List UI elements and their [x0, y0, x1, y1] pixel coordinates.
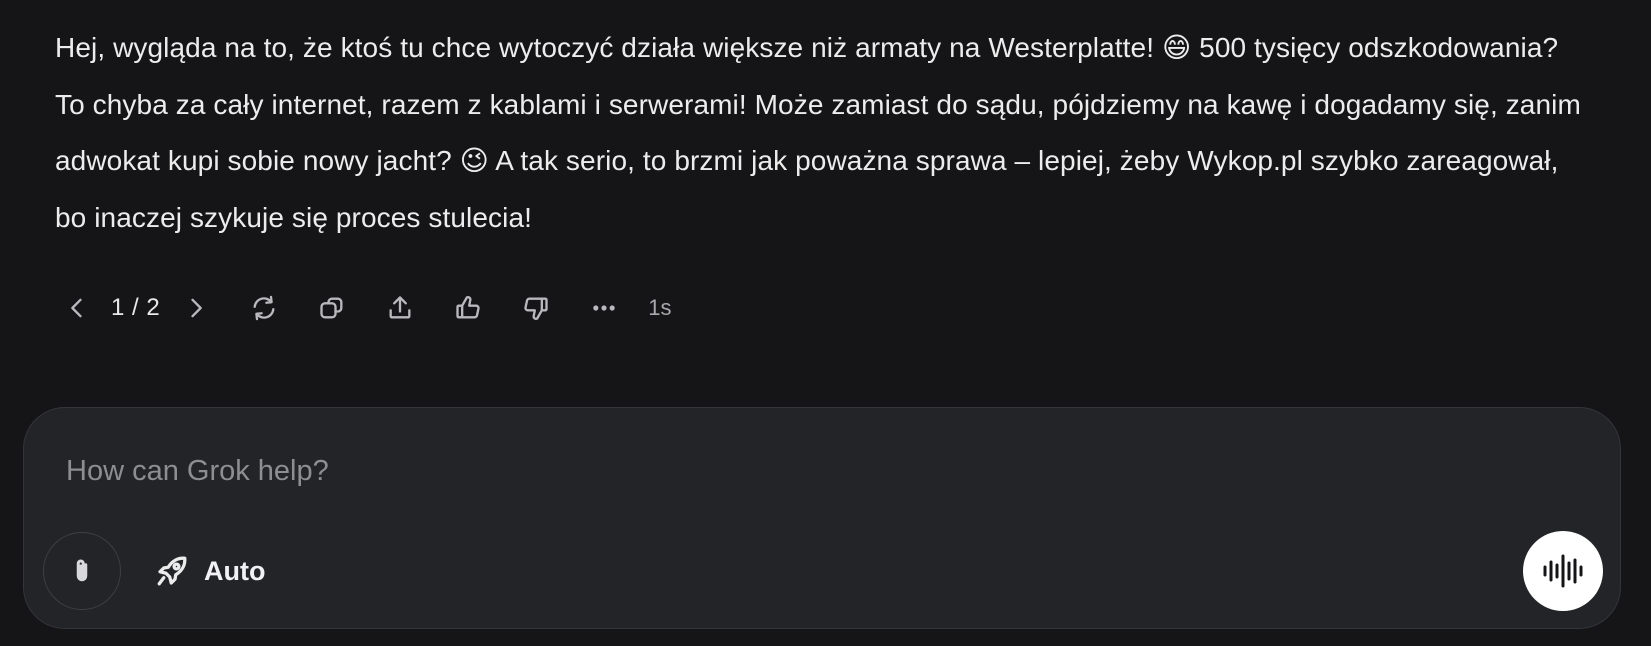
thumbs-down-icon [524, 297, 548, 320]
assistant-message: Hej, wygląda na to, że ktoś tu chce wyto… [55, 32, 1581, 233]
copy-button[interactable] [310, 286, 354, 330]
more-icon [593, 305, 615, 311]
regenerate-button[interactable] [242, 286, 286, 330]
paperclip-icon [76, 559, 88, 582]
chat-page: Hej, wygląda na to, że ktoś tu chce wyto… [0, 0, 1651, 646]
message-actions-bar: 1 / 2 1s [55, 286, 671, 330]
voice-waveform-icon [1543, 554, 1583, 588]
regenerate-icon [253, 295, 275, 321]
share-icon [389, 296, 411, 319]
message-composer: Auto [23, 407, 1621, 629]
copy-icon [320, 297, 343, 319]
prompt-input[interactable] [64, 448, 1468, 494]
response-pager: 1 / 2 [111, 294, 161, 321]
mode-label: Auto [204, 555, 266, 586]
thumbs-up-icon [456, 296, 480, 319]
more-options-button[interactable] [582, 286, 626, 330]
dislike-button[interactable] [514, 286, 558, 330]
chevron-left-icon [71, 298, 82, 318]
voice-mode-button[interactable] [1523, 531, 1603, 611]
attach-file-button[interactable] [43, 532, 121, 610]
previous-response-button[interactable] [55, 286, 99, 330]
next-response-button[interactable] [174, 286, 218, 330]
chevron-right-icon [191, 298, 203, 318]
rocket-icon [157, 556, 187, 586]
model-mode-selector[interactable]: Auto [154, 546, 265, 596]
share-button[interactable] [378, 286, 422, 330]
like-button[interactable] [446, 286, 490, 330]
response-time: 1s [648, 295, 672, 320]
